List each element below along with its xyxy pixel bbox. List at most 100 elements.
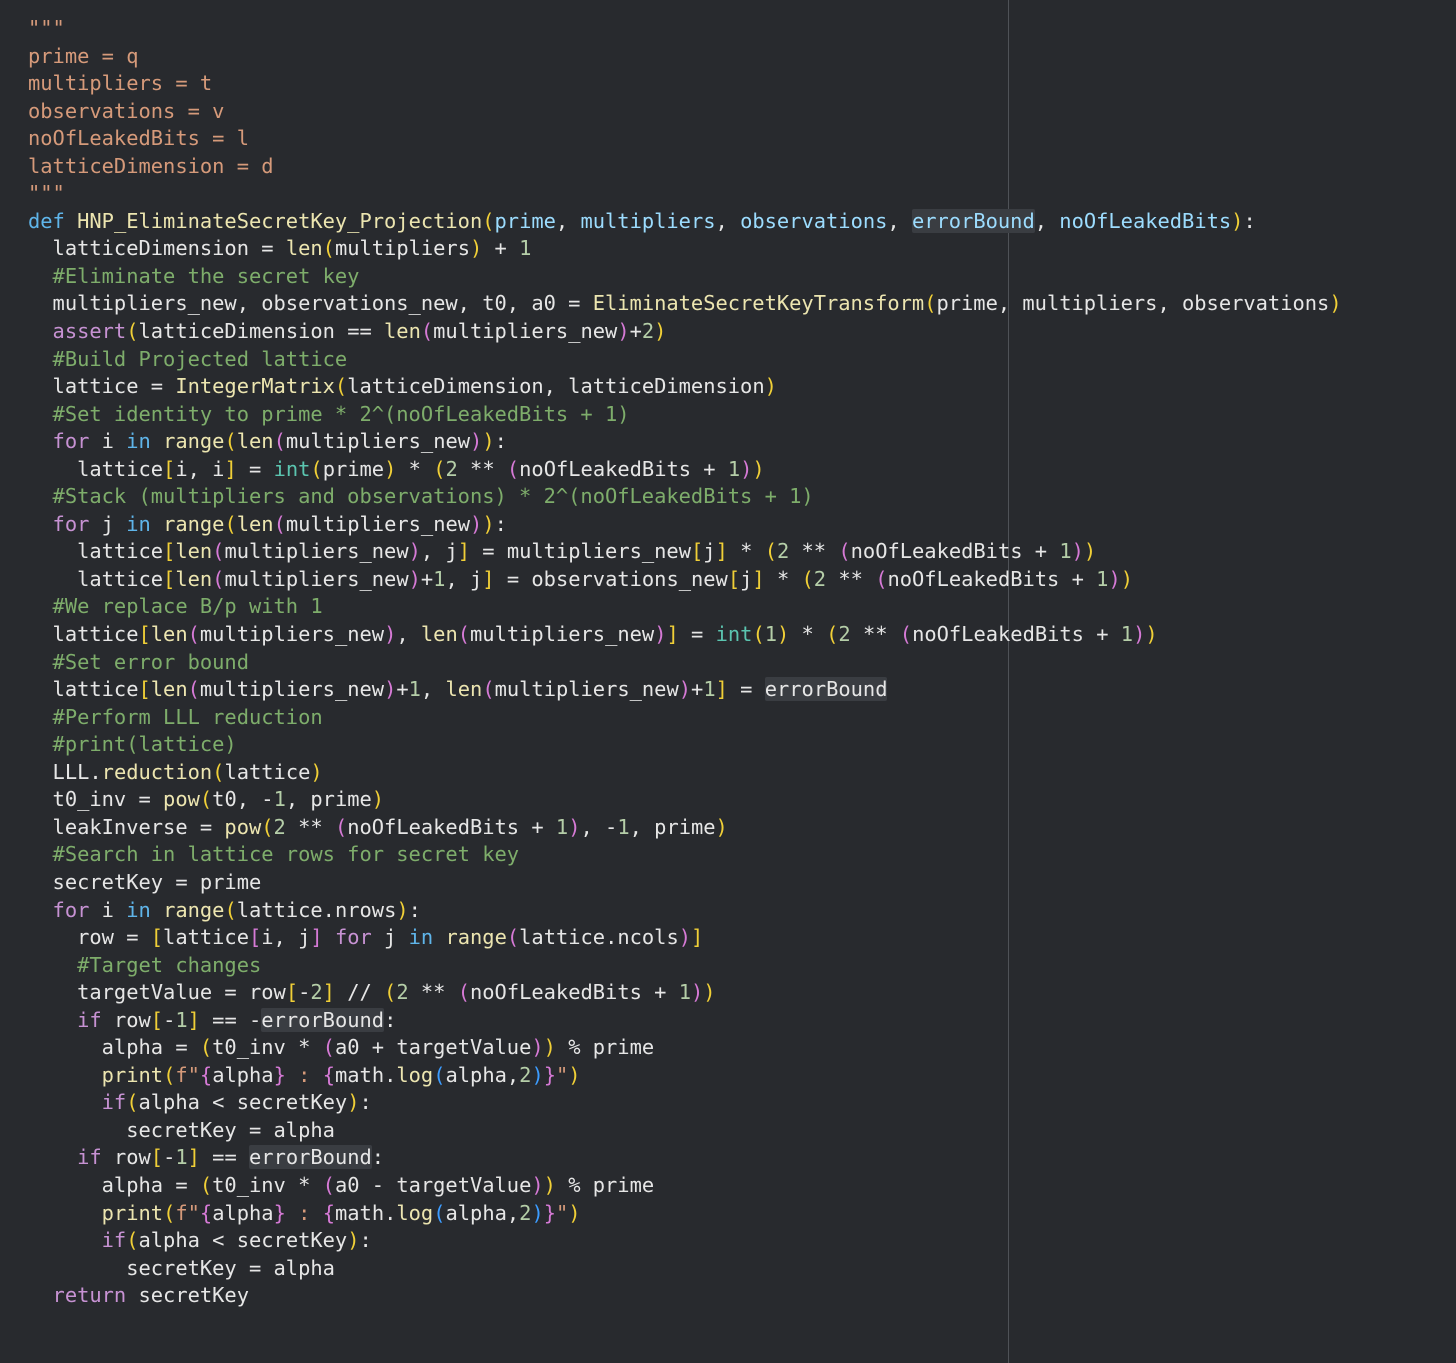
- code-line[interactable]: #Build Projected lattice: [28, 346, 1342, 374]
- code-line[interactable]: alpha = (t0_inv * (a0 - targetValue)) % …: [28, 1172, 1342, 1200]
- code-token: ]: [187, 1007, 200, 1032]
- code-token: 1: [555, 814, 569, 839]
- code-line[interactable]: #Set error bound: [28, 649, 1342, 677]
- code-token: ): [777, 622, 790, 647]
- code-token: lattice: [163, 925, 249, 950]
- code-line[interactable]: LLL.reduction(lattice): [28, 759, 1342, 787]
- code-line[interactable]: multipliers_new, observations_new, t0, a…: [28, 290, 1342, 318]
- code-token: (: [212, 566, 225, 591]
- code-line[interactable]: #Set identity to prime * 2^(noOfLeakedBi…: [28, 401, 1342, 429]
- code-token: ): [752, 456, 765, 481]
- code-line[interactable]: for i in range(lattice.nrows):: [28, 897, 1342, 925]
- code-line[interactable]: targetValue = row[-2] // (2 ** (noOfLeak…: [28, 979, 1342, 1007]
- code-token: ]: [322, 980, 335, 1005]
- code-line[interactable]: lattice = IntegerMatrix(latticeDimension…: [28, 373, 1342, 401]
- code-content[interactable]: """ prime = q multipliers = t observations …: [28, 15, 1342, 1310]
- code-line[interactable]: return secretKey: [28, 1282, 1342, 1310]
- code-token: (: [924, 291, 937, 316]
- code-line[interactable]: lattice[len(multipliers_new)+1, len(mult…: [28, 676, 1342, 704]
- code-line[interactable]: lattice[len(multipliers_new), len(multip…: [28, 621, 1342, 649]
- code-token: = observations_new: [494, 566, 728, 591]
- code-editor[interactable]: """ prime = q multipliers = t observations …: [0, 0, 1456, 1363]
- code-token: j: [89, 511, 127, 536]
- code-line[interactable]: observations = v: [28, 98, 1342, 126]
- code-token: ): [470, 511, 483, 536]
- code-line[interactable]: for j in range(len(multipliers_new)):: [28, 511, 1342, 539]
- code-token: {: [322, 1200, 335, 1225]
- code-line[interactable]: def HNP_EliminateSecretKey_Projection(pr…: [28, 208, 1342, 236]
- code-line[interactable]: alpha = (t0_inv * (a0 + targetValue)) % …: [28, 1034, 1342, 1062]
- code-line[interactable]: multipliers = t: [28, 70, 1342, 98]
- code-token: int: [273, 456, 311, 481]
- code-line[interactable]: for i in range(len(multipliers_new)):: [28, 428, 1342, 456]
- code-token: ): [531, 1172, 544, 1197]
- code-line[interactable]: assert(latticeDimension == len(multiplie…: [28, 318, 1342, 346]
- code-line[interactable]: #Search in lattice rows for secret key: [28, 841, 1342, 869]
- code-line[interactable]: #We replace B/p with 1: [28, 593, 1342, 621]
- code-token: (: [322, 1035, 335, 1060]
- code-token: 1: [175, 1007, 188, 1032]
- code-token: 1: [433, 566, 446, 591]
- code-line[interactable]: secretKey = prime: [28, 869, 1342, 897]
- code-token: (: [199, 1172, 213, 1197]
- code-token: ,: [420, 677, 446, 702]
- code-token: ): [347, 1090, 360, 1115]
- code-token: }: [273, 1062, 286, 1087]
- code-token: if: [28, 1090, 127, 1115]
- code-token: prime: [322, 456, 385, 481]
- code-token: (: [126, 1228, 139, 1253]
- code-token: (: [482, 208, 495, 233]
- code-line[interactable]: """: [28, 180, 1342, 208]
- code-token: in: [126, 429, 151, 454]
- code-token: range: [163, 511, 225, 536]
- code-token: noOfLeakedBits +: [887, 566, 1097, 591]
- code-line[interactable]: lattice[i, i] = int(prime) * (2 ** (noOf…: [28, 456, 1342, 484]
- code-line[interactable]: lattice[len(multipliers_new)+1, j] = obs…: [28, 566, 1342, 594]
- code-token: {: [199, 1200, 213, 1225]
- code-token: secretKey = alpha: [28, 1255, 335, 1280]
- code-token: (: [457, 622, 471, 647]
- code-line[interactable]: if(alpha < secretKey):: [28, 1089, 1342, 1117]
- code-line[interactable]: """: [28, 15, 1342, 43]
- code-token: +: [482, 236, 520, 261]
- code-line[interactable]: prime = q: [28, 43, 1342, 71]
- code-line[interactable]: latticeDimension = d: [28, 153, 1342, 181]
- code-line[interactable]: secretKey = alpha: [28, 1255, 1342, 1283]
- code-line[interactable]: print(f"{alpha} : {math.log(alpha,2)}"): [28, 1200, 1342, 1228]
- code-line[interactable]: if row[-1] == -errorBound:: [28, 1007, 1342, 1035]
- code-token: [: [138, 622, 151, 647]
- code-line[interactable]: #Perform LLL reduction: [28, 704, 1342, 732]
- code-token: (: [261, 814, 274, 839]
- code-token: f": [175, 1062, 200, 1087]
- code-token: len: [285, 236, 323, 261]
- code-line[interactable]: leakInverse = pow(2 ** (noOfLeakedBits +…: [28, 814, 1342, 842]
- code-line[interactable]: latticeDimension = len(multipliers) + 1: [28, 235, 1342, 263]
- code-token: return: [28, 1283, 127, 1308]
- code-line[interactable]: noOfLeakedBits = l: [28, 125, 1342, 153]
- code-token: alpha,: [445, 1200, 520, 1225]
- code-line[interactable]: print(f"{alpha} : {math.log(alpha,2)}"): [28, 1062, 1342, 1090]
- code-line[interactable]: #print(lattice): [28, 731, 1342, 759]
- code-token: % prime: [555, 1035, 655, 1060]
- code-token: (: [187, 622, 200, 647]
- code-token: noOfLeakedBits = l: [28, 126, 249, 151]
- code-token: ): [654, 622, 667, 647]
- code-line[interactable]: if(alpha < secretKey):: [28, 1227, 1342, 1255]
- code-line[interactable]: #Stack (multipliers and observations) * …: [28, 483, 1342, 511]
- code-line[interactable]: #Target changes: [28, 952, 1342, 980]
- code-line[interactable]: lattice[len(multipliers_new), j] = multi…: [28, 538, 1342, 566]
- code-line[interactable]: #Eliminate the secret key: [28, 263, 1342, 291]
- code-token: ): [384, 456, 397, 481]
- code-line[interactable]: if row[-1] == errorBound:: [28, 1144, 1342, 1172]
- code-token: [: [163, 566, 176, 591]
- code-token: ): [482, 511, 495, 536]
- code-token: ): [531, 1035, 544, 1060]
- code-token: (: [199, 787, 213, 812]
- code-line[interactable]: row = [lattice[i, j] for j in range(latt…: [28, 924, 1342, 952]
- code-token: t0_inv *: [212, 1172, 323, 1197]
- code-token: latticeDimension ==: [138, 319, 385, 344]
- code-line[interactable]: secretKey = alpha: [28, 1117, 1342, 1145]
- code-token: for: [28, 429, 90, 454]
- code-line[interactable]: t0_inv = pow(t0, -1, prime): [28, 786, 1342, 814]
